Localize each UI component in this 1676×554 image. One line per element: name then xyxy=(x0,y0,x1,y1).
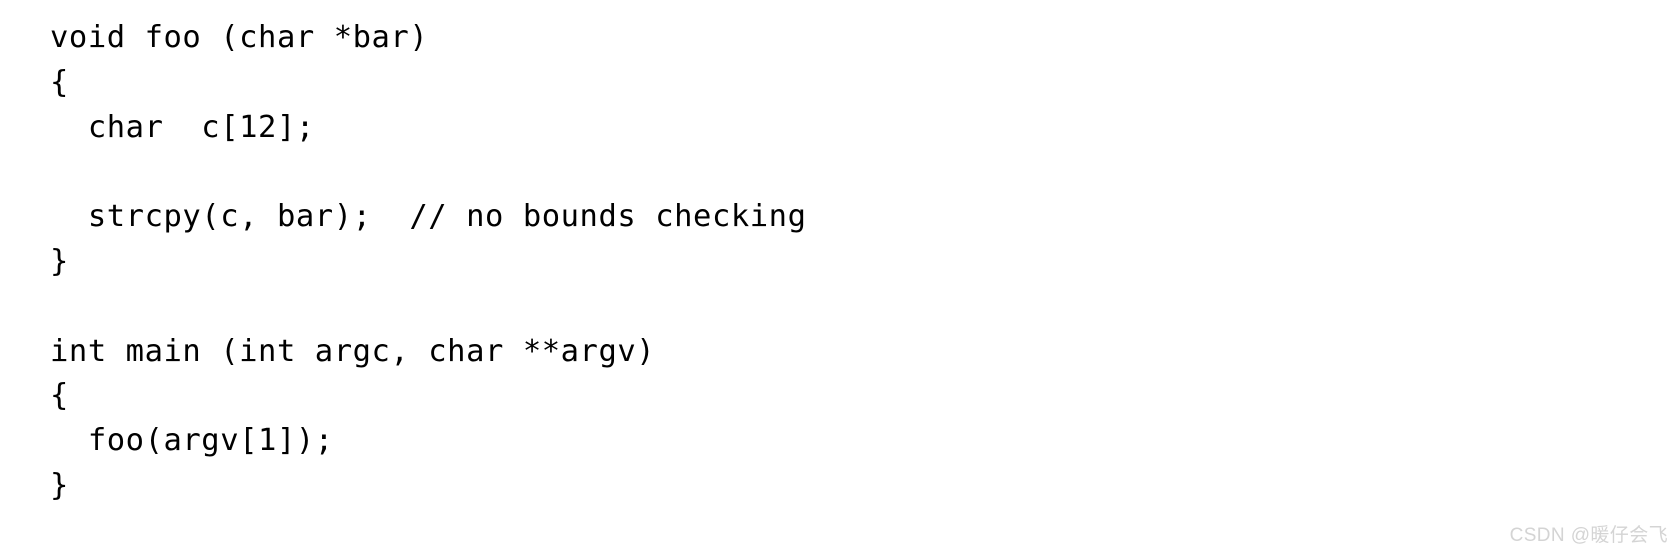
code-line: char c[12]; xyxy=(50,109,315,145)
code-line: { xyxy=(50,64,69,100)
code-listing: void foo (char *bar) { char c[12]; strcpy… xyxy=(50,16,807,509)
watermark: CSDN @暖仔会飞 xyxy=(1509,525,1668,546)
code-line: { xyxy=(50,378,69,414)
code-line: } xyxy=(50,243,69,279)
code-line: strcpy(c, bar); // no bounds checking xyxy=(50,199,807,235)
code-line: int main (int argc, char **argv) xyxy=(50,333,656,369)
code-line: void foo (char *bar) xyxy=(50,20,429,55)
code-line: foo(argv[1]); xyxy=(50,423,334,459)
code-line: } xyxy=(50,467,69,503)
code-figure: void foo (char *bar) { char c[12]; strcpy… xyxy=(0,0,1676,554)
